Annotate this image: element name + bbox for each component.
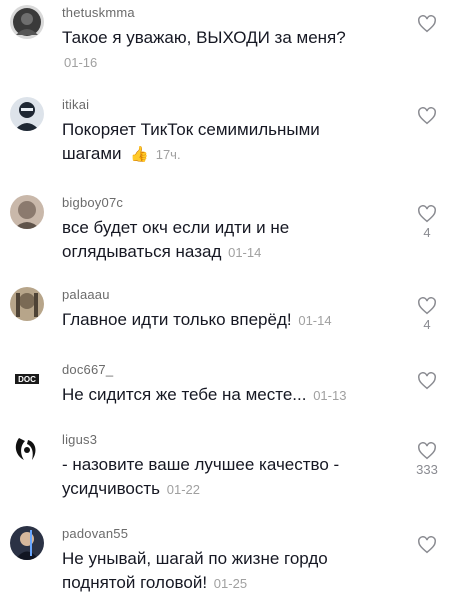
like-button[interactable] — [415, 107, 439, 127]
comment-username[interactable]: doc667_ — [62, 362, 113, 377]
like-count: 4 — [423, 225, 431, 240]
like-button[interactable]: 4 — [415, 297, 439, 332]
heart-icon — [418, 15, 436, 33]
like-count: 333 — [416, 462, 438, 477]
thumbs-up-icon: 👍 — [130, 146, 149, 163]
comment-date: 17ч. — [155, 147, 181, 162]
comment-date: 01-16 — [64, 55, 98, 70]
comment-date: 01-22 — [166, 482, 200, 497]
heart-icon — [418, 442, 436, 460]
heart-icon — [418, 536, 436, 554]
heart-icon — [418, 107, 436, 125]
comment-text: Такое я уважаю, ВЫХОДИ за меня? 01-16 — [62, 26, 382, 75]
avatar[interactable] — [10, 195, 44, 229]
like-button[interactable] — [415, 536, 439, 556]
comment-date: 01-13 — [313, 388, 347, 403]
heart-icon — [418, 372, 436, 390]
comment-body: Главное идти только вперёд! — [62, 310, 292, 329]
comment-username[interactable]: bigboy07c — [62, 195, 123, 210]
comment-username[interactable]: padovan55 — [62, 526, 128, 541]
comment-body: Покоряет ТикТок семимильными шагами — [62, 120, 320, 163]
comment-body: Такое я уважаю, ВЫХОДИ за меня? — [62, 28, 346, 47]
avatar-label: DOC — [18, 375, 36, 384]
avatar[interactable]: DOC — [10, 362, 44, 396]
like-button[interactable] — [415, 372, 439, 392]
avatar[interactable] — [10, 432, 44, 466]
comment-text: Главное идти только вперёд! 01-14 — [62, 308, 382, 333]
like-button[interactable]: 333 — [409, 442, 445, 477]
comment-username[interactable]: thetuskmma — [62, 5, 135, 20]
comment-body: Не унывай, шагай по жизне гордо поднятой… — [62, 549, 328, 592]
like-count: 4 — [423, 317, 431, 332]
comment-text: Не унывай, шагай по жизне гордо поднятой… — [62, 547, 382, 596]
comment-text: Не сидится же тебе на месте... 01-13 — [62, 383, 382, 408]
avatar[interactable] — [10, 287, 44, 321]
comment-date: 01-14 — [298, 313, 332, 328]
comment-body: - назовите ваше лучшее качество - усидчи… — [62, 455, 340, 498]
like-button[interactable] — [415, 15, 439, 35]
avatar[interactable] — [10, 526, 44, 560]
avatar[interactable] — [10, 5, 44, 39]
comment-username[interactable]: palaaau — [62, 287, 110, 302]
comment-text: все будет окч если идти и не оглядыватьс… — [62, 216, 382, 265]
comment-date: 01-14 — [228, 245, 262, 260]
heart-icon — [418, 297, 436, 315]
heart-icon — [418, 205, 436, 223]
like-button[interactable]: 4 — [415, 205, 439, 240]
avatar[interactable] — [10, 97, 44, 131]
comment-text: - назовите ваше лучшее качество - усидчи… — [62, 453, 362, 502]
comment-text: Покоряет ТикТок семимильными шагами 👍 17… — [62, 118, 382, 167]
comment-username[interactable]: itikai — [62, 97, 89, 112]
comment-body: Не сидится же тебе на месте... — [62, 385, 307, 404]
comment-username[interactable]: ligus3 — [62, 432, 97, 447]
comment-date: 01-25 — [213, 576, 248, 591]
